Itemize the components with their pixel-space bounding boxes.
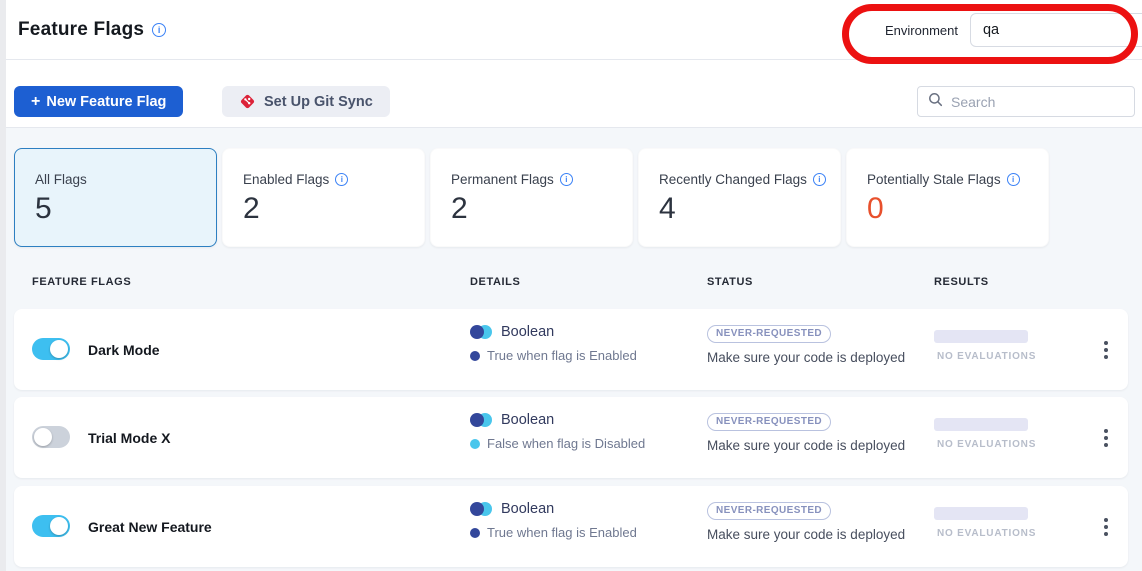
stat-card-permanent-flags[interactable]: Permanent Flags 2: [430, 148, 633, 247]
rule-dot-icon: [470, 439, 480, 449]
flag-status: NEVER-REQUESTED Make sure your code is d…: [707, 411, 905, 453]
column-header-details: DETAILS: [470, 276, 520, 288]
feature-flag-row: Great New Feature Boolean True when flag…: [14, 486, 1128, 567]
column-header-feature-flags: FEATURE FLAGS: [32, 276, 131, 288]
flag-name-link[interactable]: Trial Mode X: [88, 397, 170, 478]
flag-type: Boolean: [501, 501, 554, 517]
boolean-type-icon: [470, 413, 492, 427]
status-text: Make sure your code is deployed: [707, 350, 905, 365]
stat-label: Potentially Stale Flags: [867, 172, 1001, 187]
flag-name-link[interactable]: Dark Mode: [88, 309, 160, 390]
info-icon[interactable]: [152, 23, 166, 37]
table-header: FEATURE FLAGS DETAILS STATUS RESULTS: [0, 276, 1142, 298]
app-root: Feature Flags Environment qa + New Featu…: [0, 0, 1142, 571]
stat-label: Enabled Flags: [243, 172, 329, 187]
feature-flag-row: Dark Mode Boolean True when flag is Enab…: [14, 309, 1128, 390]
results-text: NO EVALUATIONS: [934, 351, 1036, 362]
column-header-results: RESULTS: [934, 276, 989, 288]
flag-results: NO EVALUATIONS: [934, 330, 1036, 362]
flag-name-link[interactable]: Great New Feature: [88, 486, 212, 567]
stat-label: Recently Changed Flags: [659, 172, 807, 187]
info-icon[interactable]: [1007, 173, 1020, 186]
stat-card-potentially-stale-flags[interactable]: Potentially Stale Flags 0: [846, 148, 1049, 247]
flag-toggle[interactable]: [32, 515, 70, 537]
flag-toggle[interactable]: [32, 338, 70, 360]
stat-card-recently-changed-flags[interactable]: Recently Changed Flags 4: [638, 148, 841, 247]
toggle-knob: [34, 428, 52, 446]
info-icon[interactable]: [813, 173, 826, 186]
boolean-type-icon: [470, 502, 492, 516]
rule-dot-icon: [470, 528, 480, 538]
column-header-status: STATUS: [707, 276, 753, 288]
stat-label: All Flags: [35, 172, 87, 187]
stat-value: 2: [451, 192, 632, 225]
environment-label: Environment: [885, 23, 958, 38]
status-text: Make sure your code is deployed: [707, 527, 905, 542]
boolean-type-icon: [470, 325, 492, 339]
flag-type: Boolean: [501, 324, 554, 340]
flag-status: NEVER-REQUESTED Make sure your code is d…: [707, 500, 905, 542]
environment-select[interactable]: qa: [970, 13, 1142, 47]
search-icon: [928, 92, 943, 112]
kebab-menu[interactable]: [1086, 309, 1126, 390]
flag-results: NO EVALUATIONS: [934, 507, 1036, 539]
environment-value: qa: [983, 22, 999, 38]
flag-rule: False when flag is Disabled: [487, 436, 645, 451]
stat-value: 5: [35, 192, 216, 225]
main-content: All Flags 5 Enabled Flags 2 Permanent Fl…: [0, 128, 1142, 571]
plus-icon: +: [31, 93, 40, 111]
stat-card-enabled-flags[interactable]: Enabled Flags 2: [222, 148, 425, 247]
new-feature-flag-label: New Feature Flag: [46, 94, 166, 110]
flag-status: NEVER-REQUESTED Make sure your code is d…: [707, 323, 905, 365]
search-box: [917, 86, 1135, 117]
toolbar: + New Feature Flag Set Up Git Sync: [0, 60, 1142, 128]
rule-dot-icon: [470, 351, 480, 361]
results-text: NO EVALUATIONS: [934, 528, 1036, 539]
results-placeholder-bar: [934, 507, 1028, 520]
status-badge: NEVER-REQUESTED: [707, 502, 831, 520]
info-icon[interactable]: [335, 173, 348, 186]
results-placeholder-bar: [934, 330, 1028, 343]
results-text: NO EVALUATIONS: [934, 439, 1036, 450]
new-feature-flag-button[interactable]: + New Feature Flag: [14, 86, 183, 117]
stat-card-all-flags[interactable]: All Flags 5: [14, 148, 217, 247]
feature-flag-row: Trial Mode X Boolean False when flag is …: [14, 397, 1128, 478]
kebab-menu[interactable]: [1086, 486, 1126, 567]
toggle-knob: [50, 517, 68, 535]
page-title: Feature Flags: [18, 19, 144, 41]
flag-results: NO EVALUATIONS: [934, 418, 1036, 450]
flag-toggle[interactable]: [32, 426, 70, 448]
git-icon: [239, 93, 256, 110]
title-wrap: Feature Flags: [18, 0, 166, 60]
toggle-knob: [50, 340, 68, 358]
setup-git-sync-button[interactable]: Set Up Git Sync: [222, 86, 390, 117]
environment-picker: Environment qa: [885, 0, 1142, 60]
flag-details: Boolean True when flag is Enabled: [470, 324, 637, 363]
status-text: Make sure your code is deployed: [707, 438, 905, 453]
setup-git-sync-label: Set Up Git Sync: [264, 94, 373, 110]
stat-value: 0: [867, 192, 1048, 225]
results-placeholder-bar: [934, 418, 1028, 431]
status-badge: NEVER-REQUESTED: [707, 413, 831, 431]
flag-details: Boolean True when flag is Enabled: [470, 501, 637, 540]
flag-rule: True when flag is Enabled: [487, 348, 637, 363]
left-edge-divider: [0, 0, 6, 571]
stat-value: 2: [243, 192, 424, 225]
flag-type: Boolean: [501, 412, 554, 428]
stat-value: 4: [659, 192, 840, 225]
kebab-menu[interactable]: [1086, 397, 1126, 478]
status-badge: NEVER-REQUESTED: [707, 325, 831, 343]
flag-rule: True when flag is Enabled: [487, 525, 637, 540]
stats-cards: All Flags 5 Enabled Flags 2 Permanent Fl…: [14, 148, 1049, 247]
page-header: Feature Flags Environment qa: [0, 0, 1142, 60]
stat-label: Permanent Flags: [451, 172, 554, 187]
info-icon[interactable]: [560, 173, 573, 186]
flag-details: Boolean False when flag is Disabled: [470, 412, 645, 451]
search-input[interactable]: [951, 94, 1132, 110]
